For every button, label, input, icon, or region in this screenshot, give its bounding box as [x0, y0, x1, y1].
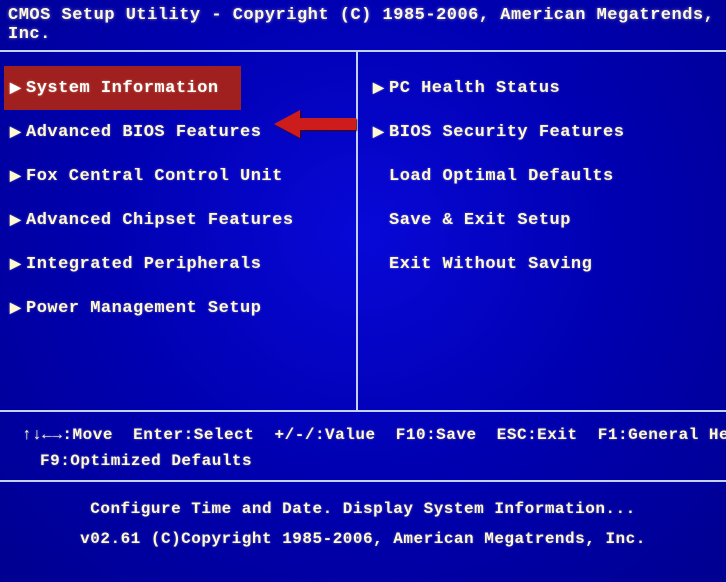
divider-bottom	[0, 480, 726, 482]
menu-col-left: ▶ System Information ▶ Advanced BIOS Fea…	[0, 52, 363, 410]
submenu-icon: ▶	[10, 300, 24, 317]
submenu-icon: ▶	[373, 124, 387, 141]
menu-label: PC Health Status	[389, 79, 560, 98]
help-bar: ↑↓←→:Move Enter:Select +/-/:Value F10:Sa…	[0, 412, 726, 480]
menu-item-power-management-setup[interactable]: ▶ Power Management Setup	[4, 286, 363, 330]
help-keys-line1: ↑↓←→:Move Enter:Select +/-/:Value F10:Sa…	[22, 422, 706, 448]
bios-screen: CMOS Setup Utility - Copyright (C) 1985-…	[0, 0, 726, 582]
submenu-icon: ▶	[10, 168, 24, 185]
menu-item-system-information[interactable]: ▶ System Information	[4, 66, 241, 110]
footer-version: v02.61 (C)Copyright 1985-2006, American …	[10, 524, 716, 554]
menu-item-load-optimal-defaults[interactable]: ▶ Load Optimal Defaults	[367, 154, 726, 198]
footer-description: Configure Time and Date. Display System …	[10, 494, 716, 524]
menu-item-pc-health-status[interactable]: ▶ PC Health Status	[367, 66, 726, 110]
submenu-icon: ▶	[10, 212, 24, 229]
menu-item-save-exit-setup[interactable]: ▶ Save & Exit Setup	[367, 198, 726, 242]
menu-label: Advanced Chipset Features	[26, 211, 294, 230]
menu-item-advanced-chipset-features[interactable]: ▶ Advanced Chipset Features	[4, 198, 363, 242]
submenu-icon: ▶	[373, 80, 387, 97]
divider-mid	[0, 410, 726, 412]
submenu-icon: ▶	[10, 256, 24, 273]
menu-item-advanced-bios-features[interactable]: ▶ Advanced BIOS Features	[4, 110, 363, 154]
menu-label: Exit Without Saving	[389, 255, 592, 274]
submenu-icon: ▶	[10, 124, 24, 141]
menu-label: BIOS Security Features	[389, 123, 624, 142]
menu-label: Power Management Setup	[26, 299, 261, 318]
menu-label: Advanced BIOS Features	[26, 123, 261, 142]
menu-label: Fox Central Control Unit	[26, 167, 283, 186]
menu-item-bios-security-features[interactable]: ▶ BIOS Security Features	[367, 110, 726, 154]
submenu-icon: ▶	[10, 80, 24, 97]
menu-col-right: ▶ PC Health Status ▶ BIOS Security Featu…	[363, 52, 726, 410]
menu-label: Save & Exit Setup	[389, 211, 571, 230]
help-keys-line2: F9:Optimized Defaults	[22, 448, 706, 474]
menu-item-exit-without-saving[interactable]: ▶ Exit Without Saving	[367, 242, 726, 286]
menu-item-integrated-peripherals[interactable]: ▶ Integrated Peripherals	[4, 242, 363, 286]
menu-label: Load Optimal Defaults	[389, 167, 614, 186]
footer: Configure Time and Date. Display System …	[0, 482, 726, 554]
menu-item-fox-central-control-unit[interactable]: ▶ Fox Central Control Unit	[4, 154, 363, 198]
menu-label: Integrated Peripherals	[26, 255, 261, 274]
main-menu: ▶ System Information ▶ Advanced BIOS Fea…	[0, 52, 726, 410]
header-title: CMOS Setup Utility - Copyright (C) 1985-…	[0, 0, 726, 50]
menu-label: System Information	[26, 79, 219, 98]
